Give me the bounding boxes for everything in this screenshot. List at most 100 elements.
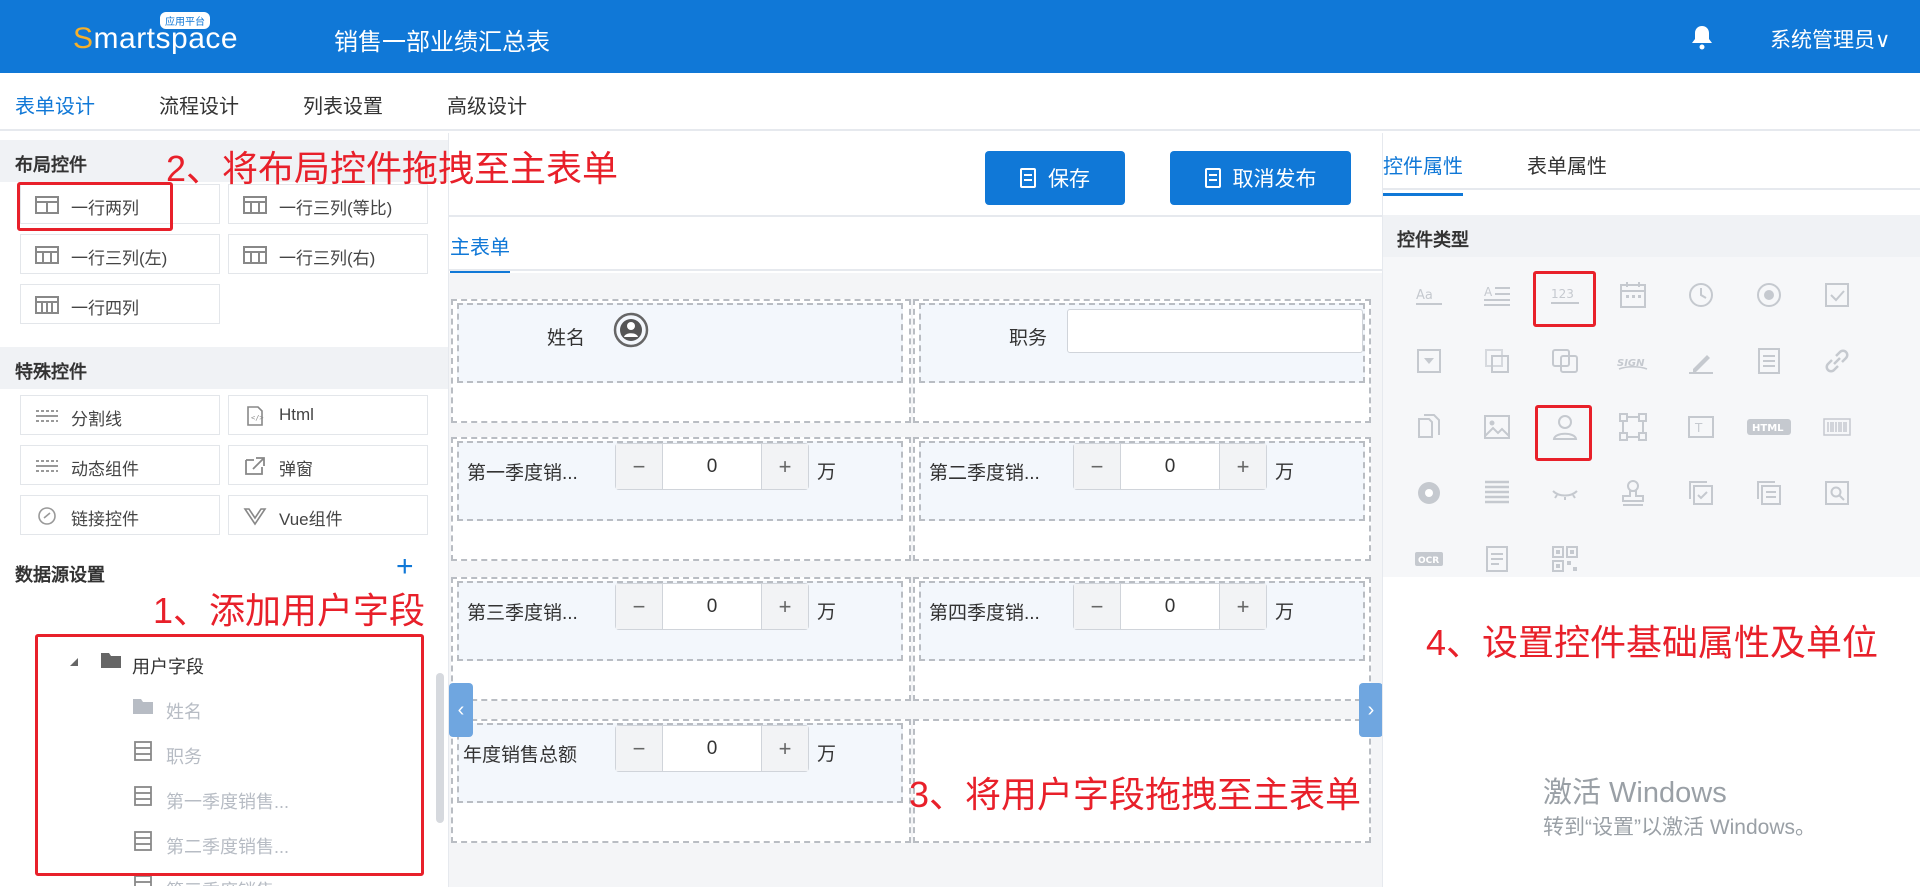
tab-flow-design[interactable]: 流程设计 [159,90,239,133]
unpublish-button[interactable]: 取消发布 [1170,151,1351,205]
control-label: 一行三列(等比) [279,199,393,218]
total-stepper[interactable]: − 0 + [615,725,809,772]
attachment-icon[interactable] [1413,411,1445,443]
decrement-button[interactable]: − [616,726,663,771]
layout-cell[interactable]: 第二季度销... − 0 + 万 [913,437,1371,561]
eye-icon[interactable] [1413,477,1445,509]
barcode-icon[interactable] [1821,411,1853,443]
bell-icon[interactable] [1690,24,1714,50]
q4-stepper[interactable]: − 0 + [1073,583,1267,630]
tab-form-properties[interactable]: 表单属性 [1527,150,1607,193]
position-input[interactable] [1067,309,1363,353]
field-name[interactable]: 姓名 [457,303,903,383]
app-logo[interactable]: Smartspace [73,22,238,56]
decrement-button[interactable]: − [616,444,663,489]
pen-icon[interactable] [1685,345,1717,377]
tab-advanced-design[interactable]: 高级设计 [447,90,527,133]
copy-list-icon[interactable] [1753,477,1785,509]
control-popup[interactable]: 弹窗 [228,445,428,485]
increment-button[interactable]: + [1219,444,1266,489]
decrement-button[interactable]: − [1074,584,1121,629]
increment-button[interactable]: + [1219,584,1266,629]
field-q2-sales[interactable]: 第二季度销... − 0 + 万 [919,441,1365,521]
control-link[interactable]: 链接控件 [20,495,220,535]
cascade-select-icon[interactable] [1549,345,1581,377]
field-q3-sales[interactable]: 第三季度销... − 0 + 万 [457,581,903,661]
tabs-divider [1383,188,1920,190]
form-doc-icon[interactable] [1481,543,1513,575]
tab-main-form[interactable]: 主表单 [450,231,510,274]
field-q4-sales[interactable]: 第四季度销... − 0 + 万 [919,581,1365,661]
field-position[interactable]: 职务 [919,303,1365,383]
tab-list-settings[interactable]: 列表设置 [303,90,383,133]
ocr-icon[interactable]: OCR [1413,543,1445,575]
user-picker-icon[interactable] [613,312,649,348]
stamp-icon[interactable] [1617,477,1649,509]
collapse-left-handle[interactable]: ‹ [449,683,473,737]
stepper-value[interactable]: 0 [1121,584,1219,629]
link-icon[interactable] [1821,345,1853,377]
stepper-value[interactable]: 0 [663,444,761,489]
control-label: 一行三列(右) [279,249,376,268]
image-icon[interactable] [1481,411,1513,443]
text-input-icon[interactable]: Aa [1413,279,1445,311]
document-icon [1204,168,1221,188]
document-icon[interactable] [1753,345,1785,377]
radio-icon[interactable] [1753,279,1785,311]
qrcode-icon[interactable] [1549,543,1581,575]
layout-one-row-three-cols-left[interactable]: 一行三列(左) [20,234,220,274]
control-label: 链接控件 [71,510,139,529]
left-panel-scrollbar[interactable] [436,673,444,823]
textarea-icon[interactable]: A [1481,279,1513,311]
multi-select-icon[interactable] [1481,345,1513,377]
field-label: 第四季度销... [929,603,1040,624]
stepper-value[interactable]: 0 [1121,444,1219,489]
list-field-icon [134,875,152,886]
save-button[interactable]: 保存 [985,151,1125,205]
eye-closed-icon[interactable] [1549,477,1581,509]
field-q1-sales[interactable]: 第一季度销... − 0 + 万 [457,441,903,521]
q2-stepper[interactable]: − 0 + [1073,443,1267,490]
calendar-icon[interactable] [1617,279,1649,311]
add-datasource-button[interactable]: + [396,552,414,582]
signature-icon[interactable]: SIGN [1617,345,1649,377]
field-label: 第三季度销... [467,603,578,624]
tab-form-design[interactable]: 表单设计 [15,90,95,136]
control-divider[interactable]: 分割线 [20,395,220,435]
field-annual-total[interactable]: 年度销售总额 − 0 + 万 [457,723,903,803]
increment-button[interactable]: + [761,726,808,771]
layout-one-row-three-cols-right[interactable]: 一行三列(右) [228,234,428,274]
decrement-button[interactable]: − [1074,444,1121,489]
layout-one-row-four-cols[interactable]: 一行四列 [20,284,220,324]
control-dynamic-component[interactable]: 动态组件 [20,445,220,485]
layout-cell[interactable]: 职务 [913,299,1371,423]
q3-stepper[interactable]: − 0 + [615,583,809,630]
html-icon[interactable]: HTML [1745,411,1793,443]
copy-check-icon[interactable] [1685,477,1717,509]
q1-stepper[interactable]: − 0 + [615,443,809,490]
layout-cell[interactable]: 第三季度销... − 0 + 万 [451,577,911,701]
layout-cell[interactable]: 年度销售总额 − 0 + 万 [451,719,911,843]
layout-cell[interactable]: 第四季度销... − 0 + 万 [913,577,1371,701]
user-menu[interactable]: 系统管理员∨ [1770,24,1890,54]
save-button-label: 保存 [1048,168,1090,191]
collapse-right-handle[interactable]: › [1359,683,1383,737]
control-html[interactable]: </> Html [228,395,428,435]
layout-cell[interactable]: 姓名 [451,299,911,423]
stepper-value[interactable]: 0 [663,726,761,771]
search-doc-icon[interactable] [1821,477,1853,509]
increment-button[interactable]: + [761,444,808,489]
checkbox-icon[interactable] [1821,279,1853,311]
increment-button[interactable]: + [761,584,808,629]
unit-label: 万 [817,602,837,623]
control-vue-component[interactable]: Vue组件 [228,495,428,535]
stepper-value[interactable]: 0 [663,584,761,629]
annotation-step-4: 4、设置控件基础属性及单位 [1426,622,1879,663]
clock-icon[interactable] [1685,279,1717,311]
text-block-icon[interactable]: T [1685,411,1717,443]
list-icon[interactable] [1481,477,1513,509]
org-structure-icon[interactable] [1617,411,1649,443]
dropdown-icon[interactable] [1413,345,1445,377]
decrement-button[interactable]: − [616,584,663,629]
layout-cell[interactable]: 第一季度销... − 0 + 万 [451,437,911,561]
